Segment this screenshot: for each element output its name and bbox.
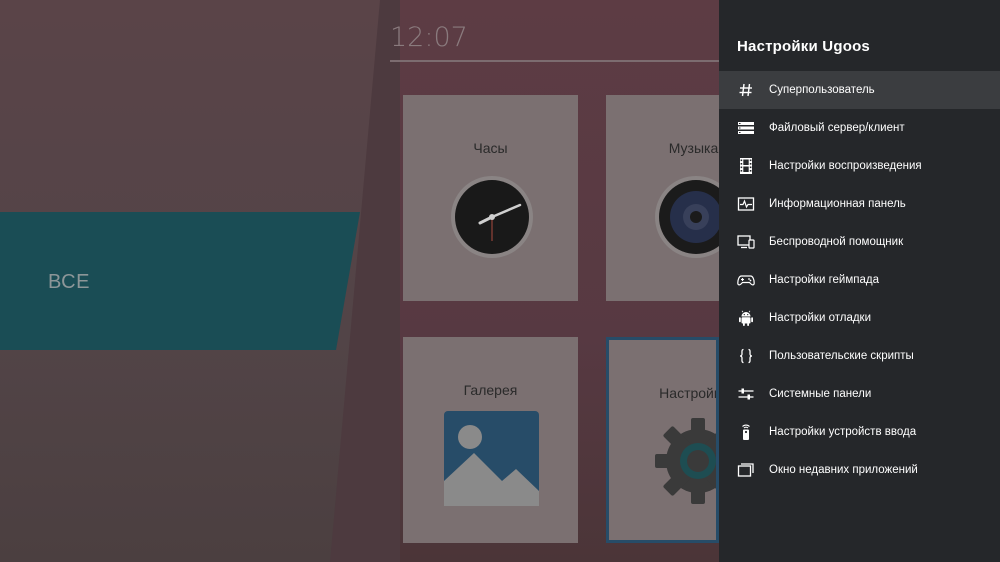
app-tile-label: Часы bbox=[473, 140, 508, 156]
app-tile-music[interactable]: Музыка bbox=[606, 95, 719, 301]
app-tile-gallery[interactable]: Галерея bbox=[403, 337, 578, 543]
menu-item-wireless-assistant[interactable]: Беспроводной помощник bbox=[719, 223, 1000, 261]
devices-icon bbox=[737, 233, 755, 251]
gamepad-icon bbox=[737, 271, 755, 289]
remote-control-icon bbox=[737, 423, 755, 441]
menu-item-label: Настройки геймпада bbox=[769, 274, 879, 286]
menu-item-file-server[interactable]: Файловый сервер/клиент bbox=[719, 109, 1000, 147]
clock-time: 12:07 bbox=[390, 22, 468, 53]
menu-item-info-panel[interactable]: Информационная панель bbox=[719, 185, 1000, 223]
server-icon bbox=[737, 119, 755, 137]
app-tile-settings[interactable]: Настройки bbox=[606, 337, 719, 543]
menu-item-recent-apps-window[interactable]: Окно недавних приложений bbox=[719, 451, 1000, 489]
category-label[interactable]: ВСЕ bbox=[48, 271, 90, 294]
menu-item-system-panels[interactable]: Системные панели bbox=[719, 375, 1000, 413]
menu-item-label: Файловый сервер/клиент bbox=[769, 122, 905, 134]
ugoos-settings-panel: Настройки Ugoos Суперпользователь Файлов… bbox=[719, 0, 1000, 562]
android-icon bbox=[737, 309, 755, 327]
menu-item-label: Окно недавних приложений bbox=[769, 464, 918, 476]
menu-item-label: Суперпользователь bbox=[769, 84, 875, 96]
gallery-icon bbox=[444, 411, 539, 506]
gear-icon bbox=[655, 418, 716, 504]
menu-item-gamepad-settings[interactable]: Настройки геймпада bbox=[719, 261, 1000, 299]
menu-item-label: Настройки воспроизведения bbox=[769, 160, 922, 172]
speaker-icon bbox=[655, 176, 719, 258]
panel-title: Настройки Ugoos bbox=[737, 38, 870, 55]
menu-item-debug-settings[interactable]: Настройки отладки bbox=[719, 299, 1000, 337]
clock-underline bbox=[390, 60, 730, 62]
app-tile-clock[interactable]: Часы bbox=[403, 95, 578, 301]
hash-icon bbox=[737, 81, 755, 99]
menu-item-label: Беспроводной помощник bbox=[769, 236, 904, 248]
clock-app-icon bbox=[451, 176, 533, 258]
menu-item-label: Пользовательские скрипты bbox=[769, 350, 914, 362]
film-icon bbox=[737, 157, 755, 175]
settings-menu: Суперпользователь Файловый сервер/клиент… bbox=[719, 71, 1000, 489]
app-tile-label: Галерея bbox=[463, 382, 518, 398]
app-tile-label: Музыка bbox=[668, 140, 719, 156]
braces-icon bbox=[737, 347, 755, 365]
menu-item-playback-settings[interactable]: Настройки воспроизведения bbox=[719, 147, 1000, 185]
pulse-monitor-icon bbox=[737, 195, 755, 213]
menu-item-label: Системные панели bbox=[769, 388, 872, 400]
menu-item-label: Информационная панель bbox=[769, 198, 906, 210]
sliders-icon bbox=[737, 385, 755, 403]
menu-item-superuser[interactable]: Суперпользователь bbox=[719, 71, 1000, 109]
menu-item-user-scripts[interactable]: Пользовательские скрипты bbox=[719, 337, 1000, 375]
menu-item-input-device-settings[interactable]: Настройки устройств ввода bbox=[719, 413, 1000, 451]
recent-windows-icon bbox=[737, 461, 755, 479]
menu-item-label: Настройки отладки bbox=[769, 312, 872, 324]
menu-item-label: Настройки устройств ввода bbox=[769, 426, 917, 438]
app-tile-label: Настройки bbox=[659, 385, 716, 401]
